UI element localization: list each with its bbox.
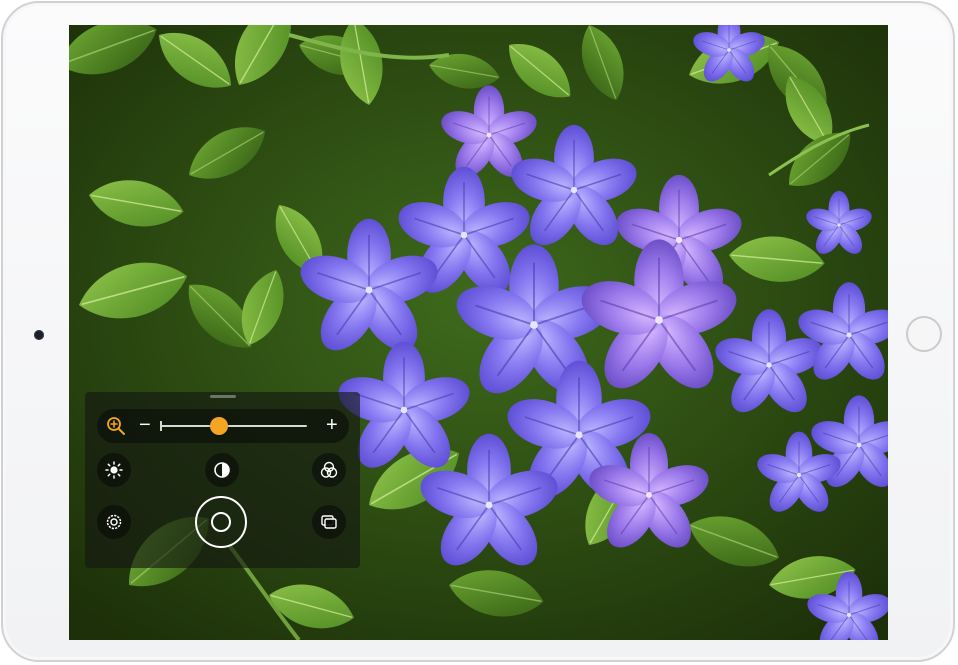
brightness-button[interactable] [97, 453, 131, 487]
color-filters-button[interactable] [312, 453, 346, 487]
gear-icon [106, 514, 122, 530]
multi-image-button[interactable] [312, 505, 346, 539]
zoom-slider-thumb[interactable] [209, 417, 228, 435]
color-filters-icon [320, 461, 338, 478]
front-camera [34, 330, 44, 340]
magnifying-glass-icon [107, 417, 125, 435]
zoom-in-button[interactable]: + [326, 414, 338, 436]
freeze-frame-button[interactable] [195, 496, 247, 548]
panel-grabber[interactable] [210, 395, 236, 398]
contrast-button[interactable] [205, 453, 239, 487]
sun-icon [105, 461, 123, 479]
settings-button[interactable] [97, 505, 131, 539]
controls-panel: − + [85, 392, 360, 568]
contrast-icon [214, 462, 230, 478]
zoom-slider-min-tick [160, 421, 162, 431]
zoom-out-button[interactable]: − [139, 414, 151, 436]
shutter-icon [211, 512, 231, 532]
screen: − + [69, 25, 888, 640]
home-button[interactable] [906, 316, 942, 352]
multi-image-icon [321, 515, 337, 529]
zoom-slider-track[interactable] [160, 421, 307, 431]
zoom-control: − + [97, 409, 349, 443]
